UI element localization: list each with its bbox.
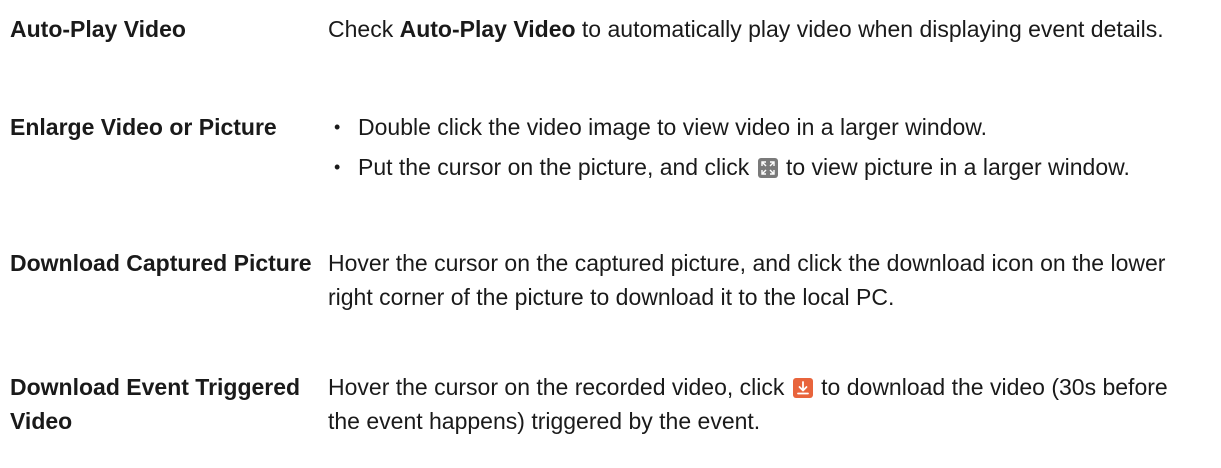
row-term: Enlarge Video or Picture <box>10 114 277 140</box>
row-term: Download Event Triggered Video <box>10 374 301 434</box>
bullet-text: Double click the video image to view vid… <box>358 114 987 140</box>
table-row: Download Captured Picture Hover the curs… <box>0 226 1221 354</box>
desc-suffix: to automatically play video when display… <box>575 16 1164 42</box>
row-description: Hover the cursor on the captured picture… <box>328 250 1166 310</box>
bullet-text-before: Put the cursor on the picture, and click <box>358 154 756 180</box>
download-icon <box>792 378 813 398</box>
bullet-item: Double click the video image to view vid… <box>328 110 1198 144</box>
row-description: Double click the video image to view vid… <box>328 110 1198 190</box>
feature-description-table: Auto-Play Video Check Auto-Play Video to… <box>0 0 1221 468</box>
table-row: Auto-Play Video Check Auto-Play Video to… <box>0 0 1221 94</box>
row-description: Check Auto-Play Video to automatically p… <box>328 12 1198 46</box>
row-description: Hover the cursor on the recorded video, … <box>328 370 1198 438</box>
bullet-list: Double click the video image to view vid… <box>328 110 1198 184</box>
table-row: Download Event Triggered Video Hover the… <box>0 354 1221 468</box>
row-term: Download Captured Picture <box>10 250 312 276</box>
bullet-text-after: to view picture in a larger window. <box>779 154 1130 180</box>
desc-prefix: Check <box>328 16 400 42</box>
row-term: Auto-Play Video <box>10 16 186 42</box>
desc-bold-term: Auto-Play Video <box>399 16 576 42</box>
table-row: Enlarge Video or Picture Double click th… <box>0 94 1221 226</box>
bullet-item: Put the cursor on the picture, and click… <box>328 150 1198 184</box>
desc-before: Hover the cursor on the recorded video, … <box>328 374 791 400</box>
expand-icon <box>757 158 778 178</box>
